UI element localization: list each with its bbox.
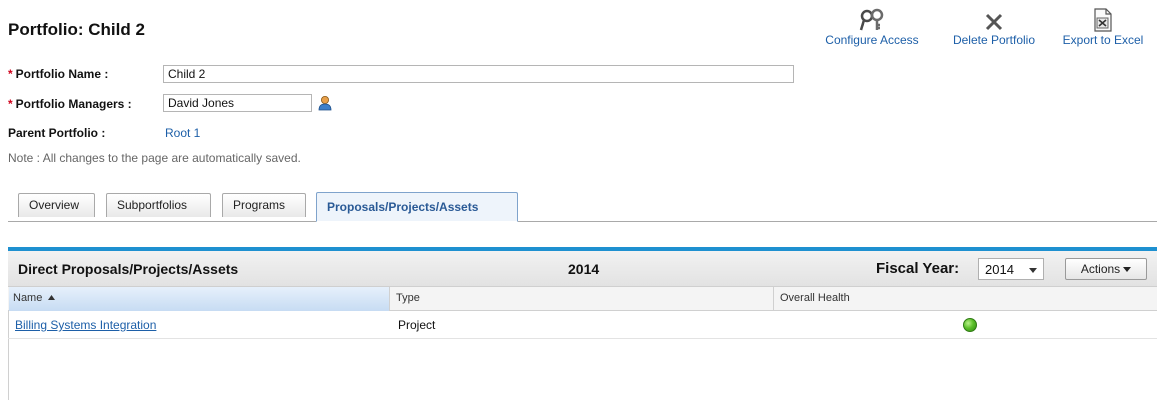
portfolio-name-input[interactable] [163,65,794,83]
portfolio-name-label: * Portfolio Name : [8,67,108,81]
portfolio-managers-label-text: Portfolio Managers : [15,97,132,111]
actions-label: Actions [1080,262,1121,276]
required-mark: * [8,67,13,81]
key-icon [812,6,932,32]
chevron-down-icon [1029,268,1037,273]
delete-portfolio-button[interactable]: Delete Portfolio [940,6,1048,47]
health-indicator-icon [963,318,977,332]
column-header-name-label: Name [13,292,43,304]
fiscal-year-value: 2014 [985,262,1014,277]
chevron-down-icon [1123,267,1132,273]
user-picker-icon[interactable] [318,95,332,111]
parent-portfolio-link[interactable]: Root 1 [165,126,200,140]
configure-access-button[interactable]: Configure Access [812,6,932,47]
configure-access-label: Configure Access [825,33,919,47]
portfolio-name-label-text: Portfolio Name : [15,67,109,81]
tab-proposals-projects-assets[interactable]: Proposals/Projects/Assets [316,192,518,222]
column-header-type[interactable]: Type [392,287,772,311]
fiscal-year-select[interactable]: 2014 [978,258,1044,280]
tab-overview[interactable]: Overview [18,193,95,217]
autosave-note: Note : All changes to the page are autom… [8,151,301,165]
column-header-name[interactable]: Name [9,287,389,311]
row-type: Project [398,318,436,332]
close-icon [940,6,1048,32]
table-row [8,312,1157,339]
project-link[interactable]: Billing Systems Integration [15,318,156,332]
page-title: Portfolio: Child 2 [8,20,145,39]
column-divider[interactable] [389,287,390,311]
fiscal-year-label: Fiscal Year: [876,260,960,277]
column-divider[interactable] [773,287,774,311]
parent-portfolio-label: Parent Portfolio : [8,126,106,140]
tab-subportfolios[interactable]: Subportfolios [106,193,211,217]
delete-portfolio-label: Delete Portfolio [952,33,1036,47]
export-excel-label: Export to Excel [1062,33,1144,47]
tab-programs[interactable]: Programs [222,193,306,217]
section-year: 2014 [568,261,600,277]
portfolio-managers-input[interactable] [163,94,312,112]
export-excel-button[interactable]: Export to Excel [1052,6,1154,47]
column-header-overall-health[interactable]: Overall Health [776,287,1146,311]
required-mark: * [8,97,13,111]
sort-asc-icon [48,295,56,300]
portfolio-managers-label: * Portfolio Managers : [8,97,132,111]
section-title: Direct Proposals/Projects/Assets [18,261,239,277]
excel-export-icon [1052,6,1154,32]
tab-divider [8,221,1157,222]
actions-button[interactable]: Actions [1065,258,1147,280]
